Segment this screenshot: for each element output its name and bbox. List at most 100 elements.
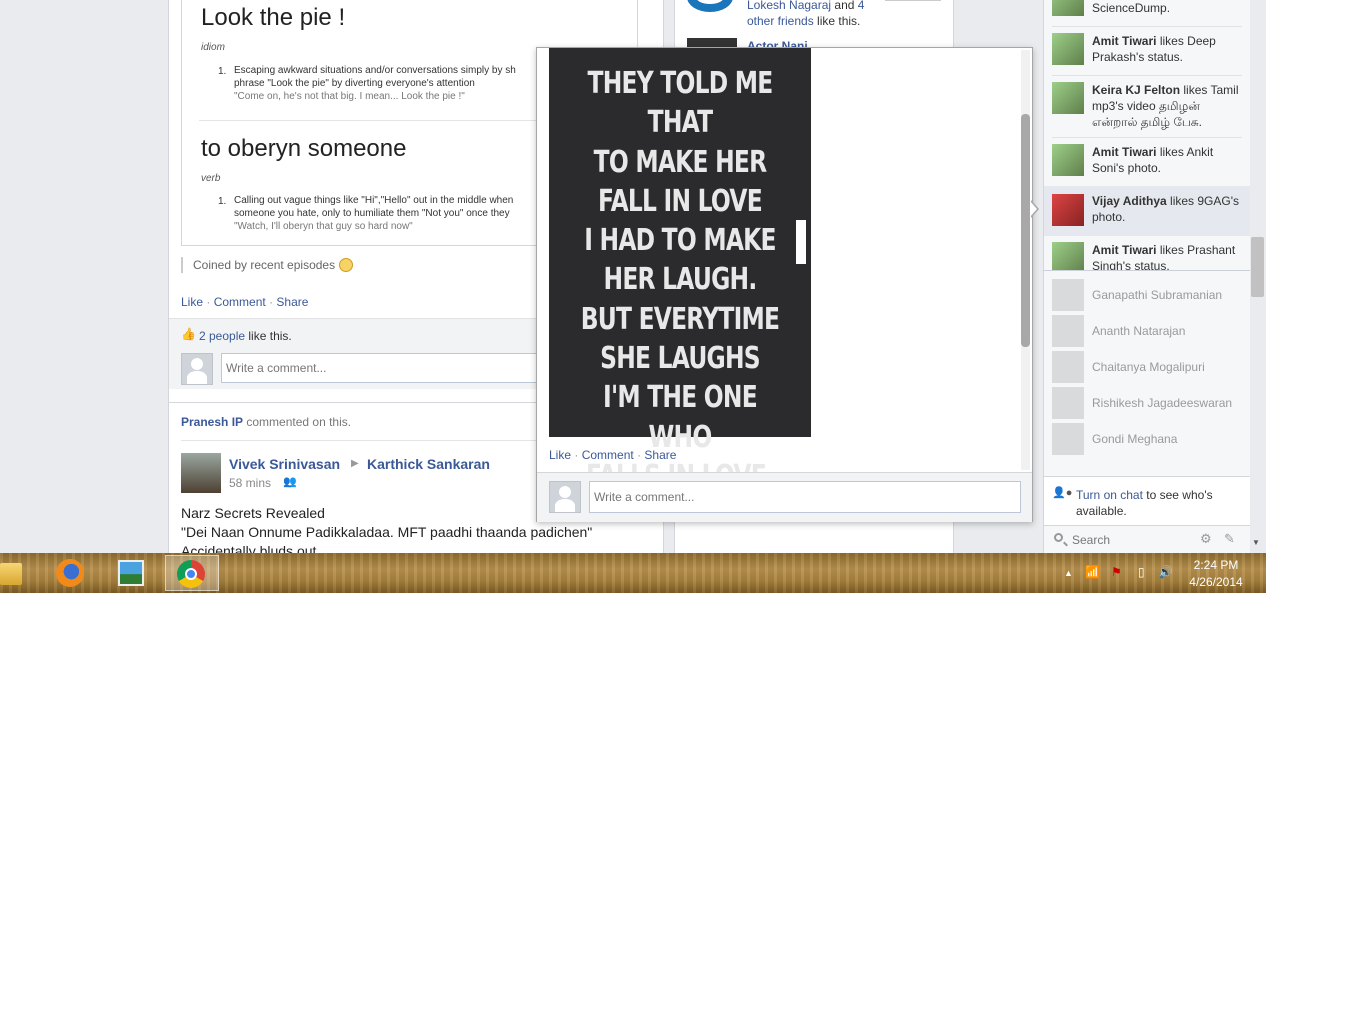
- windows-taskbar: ▲ 📶 ⚑ ▯ 🔊 2:24 PM 4/26/2014: [0, 553, 1266, 593]
- popup-comment-area: Write a comment...: [537, 472, 1032, 522]
- clock-time[interactable]: 2:24 PM: [1190, 558, 1242, 572]
- firefox-icon: [56, 559, 84, 587]
- friend-name: Rishikesh Jagadeeswaran: [1092, 396, 1233, 410]
- post-action-bar: Like · Comment · Share: [181, 295, 308, 309]
- like-link[interactable]: Like: [549, 448, 571, 462]
- photos-taskbar-button[interactable]: [104, 555, 158, 591]
- photo-action-bar: Like · Comment · Share: [549, 448, 676, 462]
- ticker-item[interactable]: ScienceDump.: [1044, 0, 1250, 26]
- definition-example: "Come on, he's not that big. I mean... L…: [234, 91, 465, 102]
- turn-on-chat-text: Turn on chat to see who's available.: [1076, 487, 1246, 519]
- like-link[interactable]: Like: [181, 295, 203, 309]
- comment-link[interactable]: Comment: [214, 295, 266, 309]
- firefox-taskbar-button[interactable]: [42, 555, 96, 591]
- definition-number: 1.: [218, 66, 227, 77]
- battery-icon[interactable]: ▯: [1138, 565, 1145, 579]
- user-avatar: [181, 353, 213, 385]
- likers-link[interactable]: 2 people: [199, 329, 245, 343]
- chrome-taskbar-button[interactable]: [165, 555, 219, 591]
- turn-on-chat-link[interactable]: Turn on chat: [1076, 488, 1143, 502]
- author-name-link[interactable]: Vivek Srinivasan: [229, 456, 340, 472]
- page-logo-icon[interactable]: [687, 0, 733, 12]
- definition-part-of-speech: idiom: [201, 42, 225, 53]
- desktop-screen: Look the pie ! idiom 1. Escaping awkward…: [0, 0, 1266, 593]
- story-context: Pranesh IP commented on this.: [181, 415, 351, 429]
- friend-name: Gondi Meghana: [1092, 432, 1178, 446]
- gear-icon[interactable]: ⚙: [1200, 531, 1212, 547]
- definition-number: 1.: [218, 196, 227, 207]
- grin-emoji-icon: [339, 258, 354, 272]
- definition-text: Calling out vague things like "Hi","Hell…: [234, 194, 564, 233]
- ticker-chat-divider[interactable]: [1044, 270, 1250, 271]
- quote-photo[interactable]: THEY TOLD ME THAT TO MAKE HER FALL IN LO…: [549, 48, 811, 494]
- network-signal-icon[interactable]: 📶: [1085, 565, 1100, 579]
- divider: [885, 0, 941, 1]
- popup-scrollbar[interactable]: [1021, 50, 1030, 470]
- friend-avatar: [1052, 279, 1084, 311]
- compose-icon[interactable]: ✎: [1224, 531, 1235, 547]
- action-center-flag-icon[interactable]: ⚑: [1111, 565, 1122, 579]
- arrow-right-icon: ▶: [351, 458, 359, 469]
- post-body-line: "Dei Naan Onnume Padikkaladaa. MFT paadh…: [181, 524, 593, 540]
- turn-on-chat-panel: 👤● Turn on chat to see who's available.: [1044, 476, 1250, 525]
- chat-status-icon: 👤●: [1052, 487, 1073, 499]
- chat-friend-row[interactable]: Gondi Meghana: [1044, 423, 1250, 455]
- definition-line: Calling out vague things like "Hi","Hell…: [234, 195, 514, 206]
- friend-name: Ananth Natarajan: [1092, 324, 1186, 338]
- chat-friend-row[interactable]: Ananth Natarajan: [1044, 315, 1250, 347]
- friend-avatar: [1052, 387, 1084, 419]
- definition-example: "Watch, I'll oberyn that guy so hard now…: [234, 221, 413, 232]
- popup-scrollbar-thumb[interactable]: [1021, 114, 1030, 347]
- definition-line: someone you hate, only to humiliate them…: [234, 208, 510, 219]
- post-timestamp[interactable]: 58 mins: [229, 476, 271, 490]
- target-name-link[interactable]: Karthick Sankaran: [367, 456, 490, 472]
- ticker-item-highlighted[interactable]: Vijay Adithya likes 9GAG's photo.: [1044, 186, 1250, 236]
- likes-summary: 2 people like this.: [199, 329, 292, 343]
- ticker-text: Keira KJ Felton likes Tamil mp3's video …: [1092, 83, 1239, 129]
- ticker-item[interactable]: Amit Tiwari likes Prashant Singh's statu…: [1044, 236, 1250, 270]
- chat-friend-row[interactable]: Chaitanya Mogalipuri: [1044, 351, 1250, 383]
- ticker-avatar: [1052, 194, 1084, 226]
- volume-icon[interactable]: 🔊: [1158, 565, 1173, 579]
- author-avatar[interactable]: [181, 453, 221, 493]
- likes-suffix: like this.: [248, 329, 292, 343]
- friend-link[interactable]: Lokesh Nagaraj: [747, 0, 831, 12]
- post-body-line: Narz Secrets Revealed: [181, 505, 325, 521]
- friend-avatar: [1052, 351, 1084, 383]
- scroll-down-arrow-icon[interactable]: ▼: [1252, 538, 1260, 547]
- clock-date[interactable]: 4/26/2014: [1186, 575, 1246, 589]
- page-likes-summary: Lokesh Nagaraj and 4 other friends like …: [747, 0, 887, 29]
- show-hidden-icons-icon[interactable]: ▲: [1064, 568, 1073, 578]
- page-scrollbar-thumb[interactable]: [1251, 237, 1264, 297]
- ticker-avatar: [1052, 144, 1084, 176]
- ticker-avatar: [1052, 0, 1084, 16]
- ticker-avatar: [1052, 33, 1084, 65]
- friends-count-link[interactable]: 4: [858, 0, 865, 12]
- post-caption: Coined by recent episodes: [181, 257, 354, 273]
- popup-pointer: [1030, 200, 1039, 218]
- comment-input[interactable]: Write a comment...: [589, 481, 1021, 513]
- friends-link[interactable]: other friends: [747, 14, 814, 28]
- chat-search-input[interactable]: Search: [1072, 533, 1110, 547]
- share-link[interactable]: Share: [276, 295, 308, 309]
- separator-dot: ·: [206, 295, 211, 309]
- ticker-item[interactable]: Keira KJ Felton likes Tamil mp3's video …: [1044, 76, 1250, 136]
- watermark-logo: [796, 220, 806, 264]
- commenter-link[interactable]: Pranesh IP: [181, 415, 243, 429]
- thumbs-up-icon: 👍: [181, 327, 196, 341]
- ticker-chat-sidebar: ScienceDump. Amit Tiwari likes Deep Prak…: [1043, 0, 1250, 554]
- comment-link[interactable]: Comment: [582, 448, 634, 462]
- chat-friend-row[interactable]: Rishikesh Jagadeeswaran: [1044, 387, 1250, 419]
- quote-text: THEY TOLD ME THAT TO MAKE HER FALL IN LO…: [580, 66, 780, 494]
- friends-privacy-icon[interactable]: 👥: [283, 475, 297, 488]
- definition-term: to oberyn someone: [201, 135, 407, 162]
- comment-input[interactable]: Write a comment...: [221, 353, 541, 383]
- friend-name: Chaitanya Mogalipuri: [1092, 360, 1205, 374]
- chat-friend-row[interactable]: Ganapathi Subramanian: [1044, 279, 1250, 311]
- ticker-item[interactable]: Amit Tiwari likes Ankit Soni's photo.: [1044, 138, 1250, 186]
- ticker-item[interactable]: Amit Tiwari likes Deep Prakash's status.: [1044, 27, 1250, 75]
- share-link[interactable]: Share: [644, 448, 676, 462]
- definition-line: Escaping awkward situations and/or conve…: [234, 65, 516, 76]
- user-avatar: [549, 481, 581, 513]
- ticker-avatar: [1052, 242, 1084, 270]
